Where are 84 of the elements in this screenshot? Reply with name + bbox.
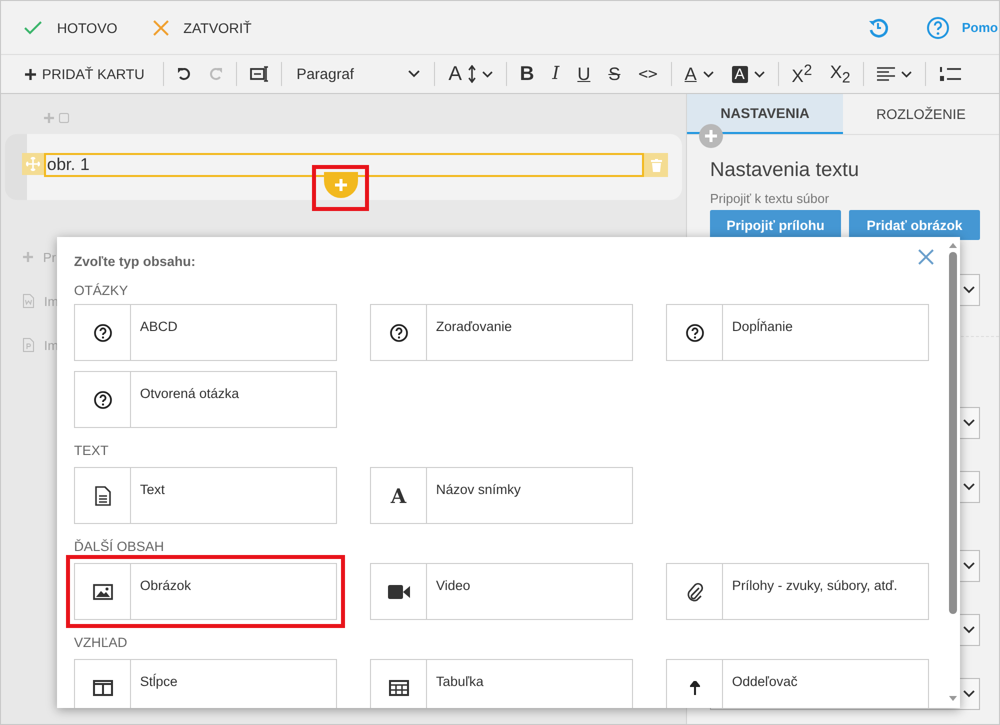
document-icon [23, 338, 34, 352]
chevron-down-icon [963, 419, 975, 427]
section-title: VZHĽAD [74, 635, 128, 650]
content-type-option[interactable]: Zoraďovanie [370, 304, 633, 361]
plus-icon[interactable] [44, 113, 54, 123]
content-type-option[interactable]: Tabuľka [370, 659, 633, 708]
tab[interactable]: ROZLOŽENIE [843, 94, 999, 134]
content-type-option[interactable]: Prílohy - zvuky, súbory, atď. [666, 563, 929, 620]
content-type-option[interactable]: Stĺpce [74, 659, 337, 708]
underline-button[interactable]: U [568, 59, 600, 89]
arrow-up-icon [690, 680, 700, 694]
chevron-down-icon [963, 626, 975, 634]
subscript-button[interactable]: X$_{2}$ [821, 59, 860, 89]
content-type-option[interactable]: Video [370, 563, 633, 620]
panel-heading: Nastavenia textu [710, 159, 860, 182]
chevron-down-icon [963, 690, 975, 698]
question-icon [94, 324, 112, 342]
strikethrough-button[interactable]: S [599, 59, 630, 89]
image-icon [92, 584, 112, 600]
content-type-option[interactable]: Obrázok [74, 563, 337, 620]
content-type-option[interactable]: Dopĺňanie [666, 304, 929, 361]
content-type-option[interactable]: Otvorená otázka [74, 371, 337, 428]
text-box-icon [250, 66, 268, 82]
close-icon [153, 20, 170, 36]
move-handle[interactable] [22, 153, 44, 175]
add-card-button[interactable]: PRIDAŤ KARTU [25, 59, 154, 89]
font-size-button[interactable]: A [439, 59, 502, 89]
history-icon[interactable] [868, 18, 888, 38]
checkbox-icon[interactable] [59, 113, 69, 123]
title-icon: A [390, 484, 406, 508]
superscript-button[interactable]: X$^{2}$ [782, 59, 822, 89]
document-icon [94, 486, 110, 506]
question-icon [390, 324, 408, 342]
caret-icon [702, 70, 714, 78]
content-type-option[interactable]: Text [74, 467, 337, 524]
check-icon [23, 20, 43, 36]
trash-icon [650, 158, 662, 172]
paragraph-select[interactable]: Paragraf [286, 59, 430, 89]
paperclip-icon [686, 582, 702, 602]
up-down-arrow-icon [468, 65, 476, 83]
code-button[interactable]: <> [629, 59, 667, 89]
scroll-up-icon[interactable] [948, 242, 958, 249]
close-button[interactable]: ZATVORIŤ [153, 20, 252, 36]
document-icon [23, 294, 34, 308]
section-title: TEXT [74, 443, 109, 458]
question-icon [94, 390, 112, 408]
content-type-option[interactable]: Oddeľovač [666, 659, 929, 708]
plus-icon[interactable] [23, 252, 33, 262]
undo-icon [177, 67, 192, 81]
done-button[interactable]: HOTOVO [23, 20, 118, 36]
chevron-down-icon [963, 483, 975, 491]
align-left-icon [877, 67, 896, 81]
add-content-button[interactable] [324, 172, 358, 198]
attach-label: Pripojiť k textu súbor [710, 191, 830, 206]
caption-field[interactable]: obr. 1 [44, 153, 644, 177]
help-icon [926, 16, 950, 40]
section-title: ĎALŠÍ OBSAH [74, 539, 164, 554]
section-title: OTÁZKY [74, 283, 128, 298]
caret-icon [901, 70, 912, 78]
chevron-down-icon [963, 286, 975, 294]
plus-icon [25, 68, 36, 80]
chevron-down-icon [408, 70, 420, 78]
highlight-color-button[interactable]: A [722, 59, 774, 89]
scroll-down-icon[interactable] [948, 695, 958, 702]
columns-icon [92, 680, 112, 696]
add-circle-icon[interactable] [699, 124, 723, 148]
content-type-option[interactable]: A Názov snímky [370, 467, 633, 524]
chevron-down-icon [963, 562, 975, 570]
plus-icon [334, 178, 348, 192]
content-type-option[interactable]: ABCD [74, 304, 337, 361]
italic-button[interactable]: I [543, 59, 568, 89]
caret-icon [754, 70, 765, 78]
question-icon [686, 324, 704, 342]
table-icon [388, 680, 408, 696]
dialog-title: Zvoľte typ obsahu: [74, 254, 196, 269]
close-icon [918, 249, 934, 265]
bold-button[interactable]: B [510, 59, 544, 89]
video-camera-icon [388, 584, 410, 598]
text-color-button[interactable]: A [676, 59, 723, 89]
caret-icon [482, 70, 493, 78]
redo-icon [209, 67, 224, 81]
numbered-list-icon [939, 65, 962, 83]
move-icon [26, 157, 40, 171]
tab[interactable]: NASTAVENIA [687, 94, 843, 134]
